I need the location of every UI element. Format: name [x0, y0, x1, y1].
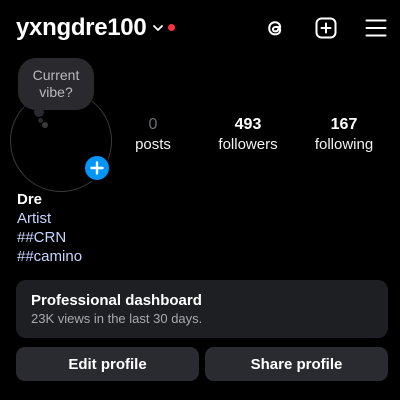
note-line-1: Current — [32, 67, 80, 83]
following-label: following — [314, 136, 374, 153]
hashtag-link-crn[interactable]: ##CRN — [17, 228, 82, 247]
username: yxngdre100 — [16, 14, 147, 41]
followers-count: 493 — [234, 116, 262, 133]
top-bar: yxngdre100 — [0, 0, 400, 56]
followers-stat[interactable]: 493 followers — [210, 116, 286, 154]
posts-count: 0 — [148, 116, 158, 133]
note-bubble-tail-small — [38, 118, 43, 123]
notification-dot — [168, 23, 176, 31]
hamburger-menu-icon[interactable] — [364, 16, 388, 40]
followers-label: followers — [218, 136, 278, 153]
account-switcher[interactable]: yxngdre100 — [16, 14, 176, 42]
threads-icon[interactable] — [263, 16, 287, 40]
profile-stats: 0 posts 493 followers 167 following — [118, 116, 400, 156]
plus-icon — [90, 161, 104, 175]
chevron-down-icon — [153, 25, 164, 31]
dashboard-subtitle: 23K views in the last 30 days. — [31, 311, 203, 326]
following-stat[interactable]: 167 following — [308, 116, 380, 154]
profile-bio: Dre Artist ##CRN ##camino — [17, 190, 82, 266]
posts-stat[interactable]: 0 posts — [118, 116, 188, 154]
add-story-button[interactable] — [83, 154, 111, 182]
display-name: Dre — [17, 191, 43, 208]
posts-label: posts — [135, 136, 171, 153]
create-plus-icon[interactable] — [314, 16, 338, 40]
edit-profile-button[interactable]: Edit profile — [16, 347, 199, 381]
dashboard-title: Professional dashboard — [31, 292, 202, 309]
professional-dashboard-card[interactable]: Professional dashboard 23K views in the … — [16, 280, 388, 338]
share-profile-button[interactable]: Share profile — [205, 347, 388, 381]
hashtag-link-camino[interactable]: ##camino — [17, 247, 82, 266]
profile-category: Artist — [17, 210, 52, 227]
note-bubble-tail — [34, 107, 44, 117]
note-bubble[interactable]: Current vibe? — [18, 58, 94, 110]
avatar-detail — [42, 122, 48, 128]
following-count: 167 — [330, 116, 358, 133]
note-line-2: vibe? — [39, 84, 73, 100]
